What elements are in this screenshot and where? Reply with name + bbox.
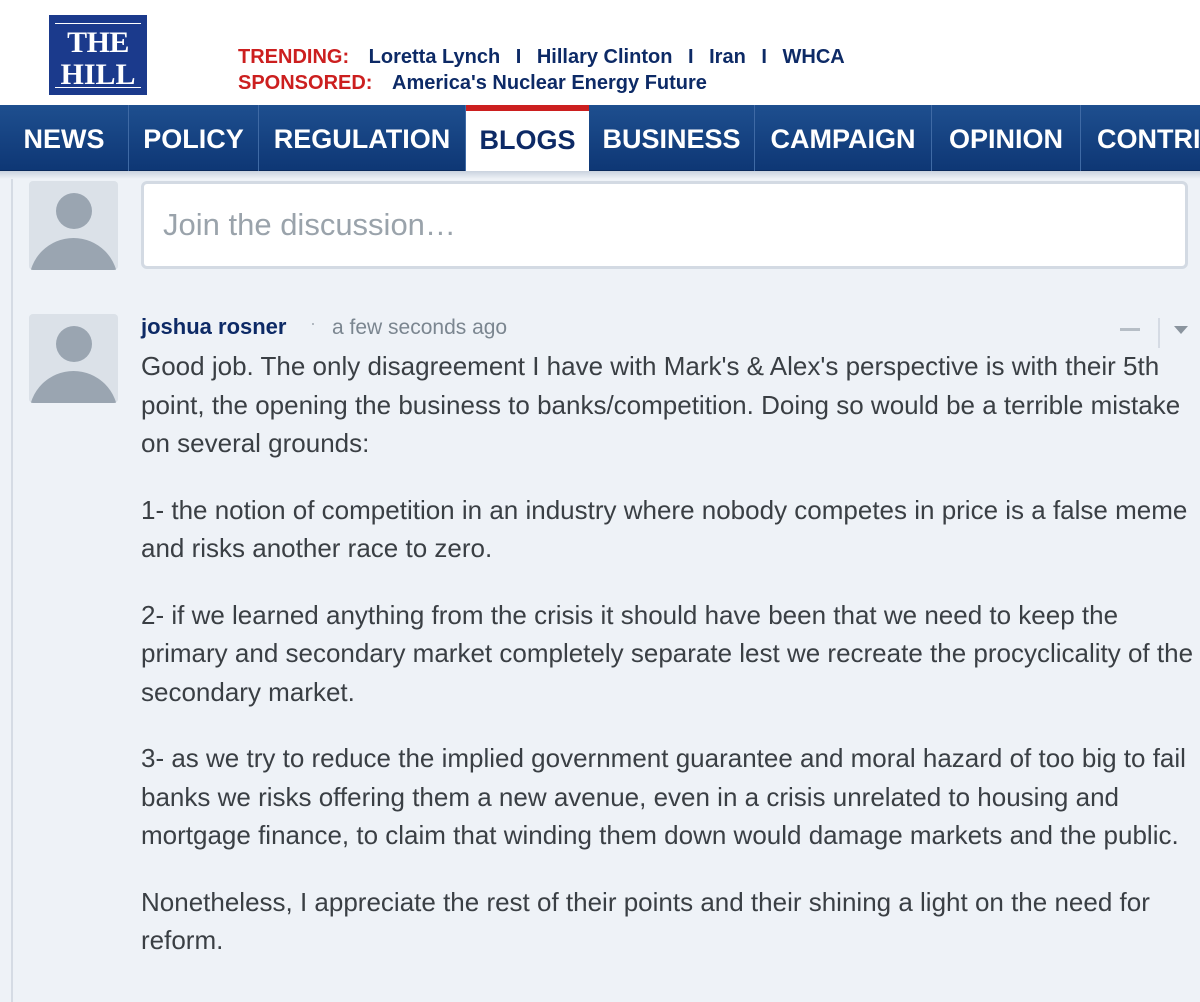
trending-separator: I (761, 46, 767, 68)
nav-shadow (0, 171, 1200, 179)
trending-separator: I (688, 46, 694, 68)
logo-rule-top (55, 23, 141, 24)
chevron-down-icon[interactable] (1174, 326, 1188, 334)
sponsored-label: SPONSORED: (238, 72, 373, 94)
meta-dot: · (310, 313, 316, 333)
join-discussion-input[interactable] (163, 184, 1163, 266)
avatar-head-icon (56, 193, 92, 229)
sponsored-bar: SPONSORED: America's Nuclear Energy Futu… (238, 72, 707, 95)
logo-rule-bottom (55, 87, 141, 88)
collapse-icon[interactable] (1120, 328, 1140, 331)
sponsored-link[interactable]: America's Nuclear Energy Future (392, 72, 707, 94)
nav-policy[interactable]: POLICY (129, 105, 259, 171)
comment-timestamp[interactable]: a few seconds ago (332, 316, 507, 340)
nav-news[interactable]: NEWS (0, 105, 129, 171)
comment-paragraph: Good job. The only disagreement I have w… (141, 351, 1181, 458)
comment-paragraph: 1- the notion of competition in an indus… (141, 494, 1188, 564)
site-header: THE HILL TRENDING: Loretta Lynch I Hilla… (0, 0, 1200, 105)
trending-separator: I (515, 46, 522, 68)
discussion-input-box[interactable] (141, 181, 1188, 269)
menu-divider (1158, 318, 1160, 348)
trending-label: TRENDING: (238, 46, 350, 68)
nav-campaign[interactable]: CAMPAIGN (755, 105, 932, 171)
trending-link-iran[interactable]: Iran (709, 46, 746, 68)
trending-bar: TRENDING: Loretta Lynch I Hillary Clinto… (238, 46, 845, 69)
comment-author[interactable]: joshua rosner (141, 314, 286, 340)
avatar-body-icon (29, 238, 118, 270)
logo-line-1: THE (67, 26, 129, 59)
avatar-body-icon (29, 371, 118, 403)
nav-blogs[interactable]: BLOGS (466, 105, 589, 171)
thread-rule (11, 179, 13, 1002)
comment-paragraph: 2- if we learned anything from the crisi… (141, 599, 1194, 707)
trending-link-whca[interactable]: WHCA (783, 46, 845, 68)
commenter-avatar[interactable] (29, 314, 118, 403)
comment-paragraph: 3- as we try to reduce the implied gover… (141, 743, 1186, 850)
trending-link-hillary-clinton[interactable]: Hillary Clinton (537, 46, 673, 68)
nav-business[interactable]: BUSINESS (589, 105, 755, 171)
comment-body: Good job. The only disagreement I have w… (141, 347, 1196, 988)
current-user-avatar[interactable] (29, 181, 118, 270)
nav-opinion[interactable]: OPINION (932, 105, 1081, 171)
the-hill-logo[interactable]: THE HILL (49, 15, 147, 95)
trending-link-loretta-lynch[interactable]: Loretta Lynch (369, 46, 501, 68)
nav-contributors[interactable]: CONTRI (1081, 105, 1200, 171)
logo-line-2: HILL (60, 57, 136, 91)
comment-paragraph: Nonetheless, I appreciate the rest of th… (141, 886, 1150, 956)
nav-regulation[interactable]: REGULATION (259, 105, 466, 171)
main-nav: NEWS POLICY REGULATION BLOGS BUSINESS CA… (0, 105, 1200, 171)
avatar-head-icon (56, 326, 92, 362)
